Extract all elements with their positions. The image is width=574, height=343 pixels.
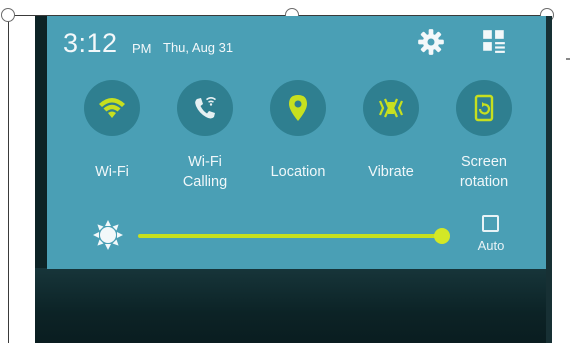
tile-wifi[interactable]: Wi-Fi	[67, 80, 157, 210]
status-date: Thu, Aug 31	[163, 40, 234, 55]
wallpaper	[35, 268, 552, 343]
tile-wifi-calling-label: Wi-Fi Calling	[182, 154, 228, 190]
tile-vibrate[interactable]: Vibrate	[346, 80, 436, 210]
location-pin-icon	[289, 95, 307, 121]
auto-brightness-checkbox[interactable]	[482, 215, 499, 232]
phone-edge	[546, 16, 552, 343]
tile-screen-rotation-label: Screen rotation	[459, 154, 509, 190]
tile-screen-rotation[interactable]: Screen rotation	[439, 80, 529, 210]
tile-screen-rotation-button[interactable]	[456, 80, 512, 136]
tile-wifi-label: Wi-Fi	[95, 164, 129, 180]
edge-mark	[566, 58, 570, 60]
wifi-icon	[99, 98, 125, 118]
tile-location[interactable]: Location	[253, 80, 343, 210]
tile-vibrate-label: Vibrate	[368, 164, 414, 180]
brightness-track	[138, 234, 442, 238]
tile-wifi-button[interactable]	[84, 80, 140, 136]
wifi-calling-icon	[195, 97, 216, 119]
tile-wifi-calling[interactable]: Wi-Fi Calling	[160, 80, 250, 210]
sun-icon	[93, 220, 123, 250]
brightness-thumb[interactable]	[434, 228, 450, 244]
auto-brightness-label: Auto	[477, 238, 505, 253]
gear-icon[interactable]	[417, 28, 445, 56]
clock-ampm: PM	[132, 41, 152, 56]
clock-time: 3:12	[63, 28, 118, 58]
resize-handle-top-left[interactable]	[1, 8, 15, 22]
vibrate-icon	[378, 98, 404, 118]
screen-rotation-icon	[474, 94, 494, 122]
brightness-slider[interactable]	[138, 225, 458, 247]
tile-location-button[interactable]	[270, 80, 326, 136]
tile-vibrate-button[interactable]	[363, 80, 419, 136]
tile-location-label: Location	[270, 164, 326, 180]
quick-settings-panel: 3:12 PM Thu, Aug 31 Wi-Fi Wi-Fi Calling …	[47, 16, 546, 269]
grid-edit-icon[interactable]	[481, 28, 507, 54]
tile-wifi-calling-button[interactable]	[177, 80, 233, 136]
phone-screen: 3:12 PM Thu, Aug 31 Wi-Fi Wi-Fi Calling …	[35, 16, 552, 343]
